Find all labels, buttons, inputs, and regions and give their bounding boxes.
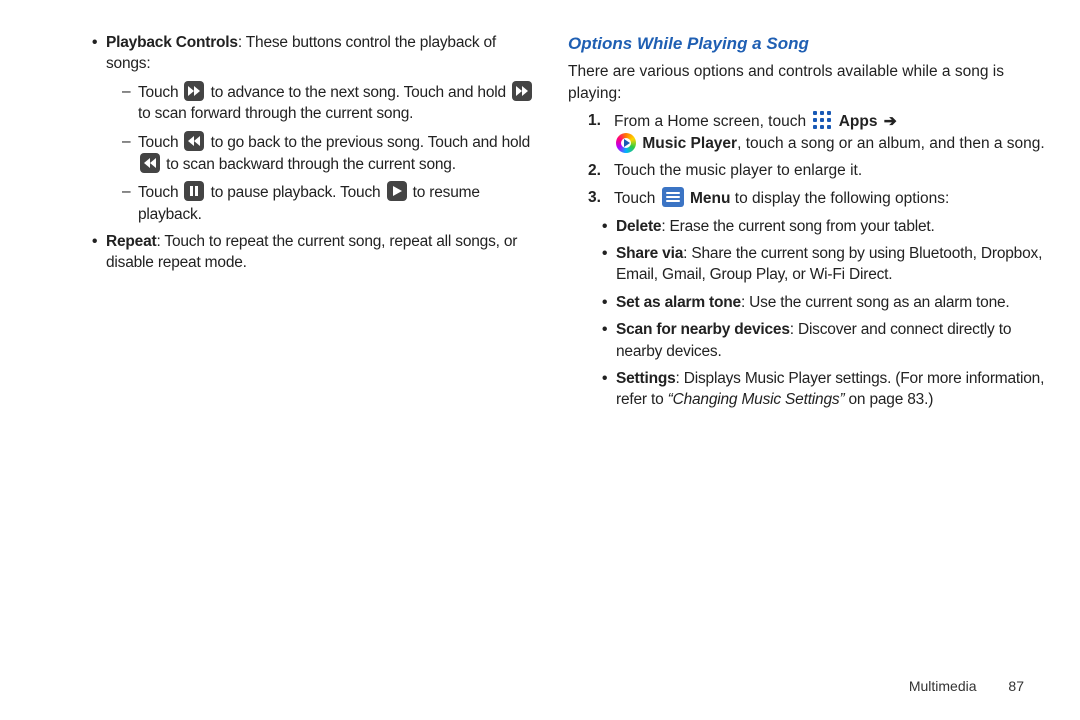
text: to go back to the previous song. Touch a… xyxy=(211,134,531,151)
playback-controls-label: Playback Controls xyxy=(106,34,238,51)
apps-icon xyxy=(812,110,832,130)
desc: : Erase the current song from your table… xyxy=(661,218,934,235)
step-number: 2. xyxy=(588,160,601,181)
option-scan-nearby: Scan for nearby devices: Discover and co… xyxy=(568,319,1046,362)
label: Scan for nearby devices xyxy=(616,321,790,338)
music-player-icon xyxy=(616,133,636,153)
step-1: 1. From a Home screen, touch Apps ➔ Musi… xyxy=(568,110,1046,154)
desc: : Use the current song as an alarm tone. xyxy=(741,294,1010,311)
text: Touch xyxy=(138,84,178,101)
menu-label: Menu xyxy=(690,190,730,207)
page-number: 87 xyxy=(1008,678,1024,694)
option-share-via: Share via: Share the current song by usi… xyxy=(568,243,1046,286)
step-2: 2. Touch the music player to enlarge it. xyxy=(568,160,1046,181)
text: From a Home screen, touch xyxy=(614,113,806,130)
text: to scan backward through the current son… xyxy=(166,156,456,173)
option-set-alarm-tone: Set as alarm tone: Use the current song … xyxy=(568,292,1046,313)
text: to advance to the next song. Touch and h… xyxy=(211,84,506,101)
pause-icon xyxy=(184,181,204,201)
option-delete: Delete: Erase the current song from your… xyxy=(568,216,1046,237)
left-column: Playback Controls: These buttons control… xyxy=(80,32,540,280)
previous-icon xyxy=(140,153,160,173)
step-number: 1. xyxy=(588,110,601,131)
right-column: Options While Playing a Song There are v… xyxy=(568,32,1046,417)
bullet-repeat: Repeat: Touch to repeat the current song… xyxy=(80,231,540,274)
step-3: 3. Touch Menu to display the following o… xyxy=(568,187,1046,209)
apps-label: Apps xyxy=(839,113,878,130)
text: , touch a song or an album, and then a s… xyxy=(737,135,1045,152)
cross-reference: “Changing Music Settings” xyxy=(668,391,845,408)
option-settings: Settings: Displays Music Player settings… xyxy=(568,368,1046,411)
section-heading-options: Options While Playing a Song xyxy=(568,32,1046,55)
text: Touch the music player to enlarge it. xyxy=(614,162,862,179)
playback-item-next: Touch to advance to the next song. Touch… xyxy=(80,81,540,125)
intro-text: There are various options and controls a… xyxy=(568,61,1046,104)
previous-icon xyxy=(184,131,204,151)
menu-icon xyxy=(662,187,684,207)
repeat-desc: : Touch to repeat the current song, repe… xyxy=(106,233,517,271)
playback-item-pause: Touch to pause playback. Touch to resume… xyxy=(80,181,540,225)
page-footer: Multimedia 87 xyxy=(909,677,1024,696)
playback-item-prev: Touch to go back to the previous song. T… xyxy=(80,131,540,176)
text: Touch xyxy=(138,184,178,201)
label: Settings xyxy=(616,370,676,387)
text: Touch xyxy=(614,190,655,207)
desc: on page 83.) xyxy=(844,391,933,408)
next-icon xyxy=(184,81,204,101)
text: to scan forward through the current song… xyxy=(138,105,413,122)
arrow-then-icon: ➔ xyxy=(884,111,897,132)
label: Set as alarm tone xyxy=(616,294,741,311)
manual-page: Playback Controls: These buttons control… xyxy=(0,0,1080,720)
next-icon xyxy=(512,81,532,101)
label: Share via xyxy=(616,245,683,262)
music-player-label: Music Player xyxy=(642,135,737,152)
bullet-playback-controls: Playback Controls: These buttons control… xyxy=(80,32,540,75)
play-icon xyxy=(387,181,407,201)
text: Touch xyxy=(138,134,178,151)
text: to display the following options: xyxy=(735,190,950,207)
footer-section: Multimedia xyxy=(909,678,977,694)
step-number: 3. xyxy=(588,187,601,208)
repeat-label: Repeat xyxy=(106,233,156,250)
label: Delete xyxy=(616,218,661,235)
text: to pause playback. Touch xyxy=(211,184,381,201)
